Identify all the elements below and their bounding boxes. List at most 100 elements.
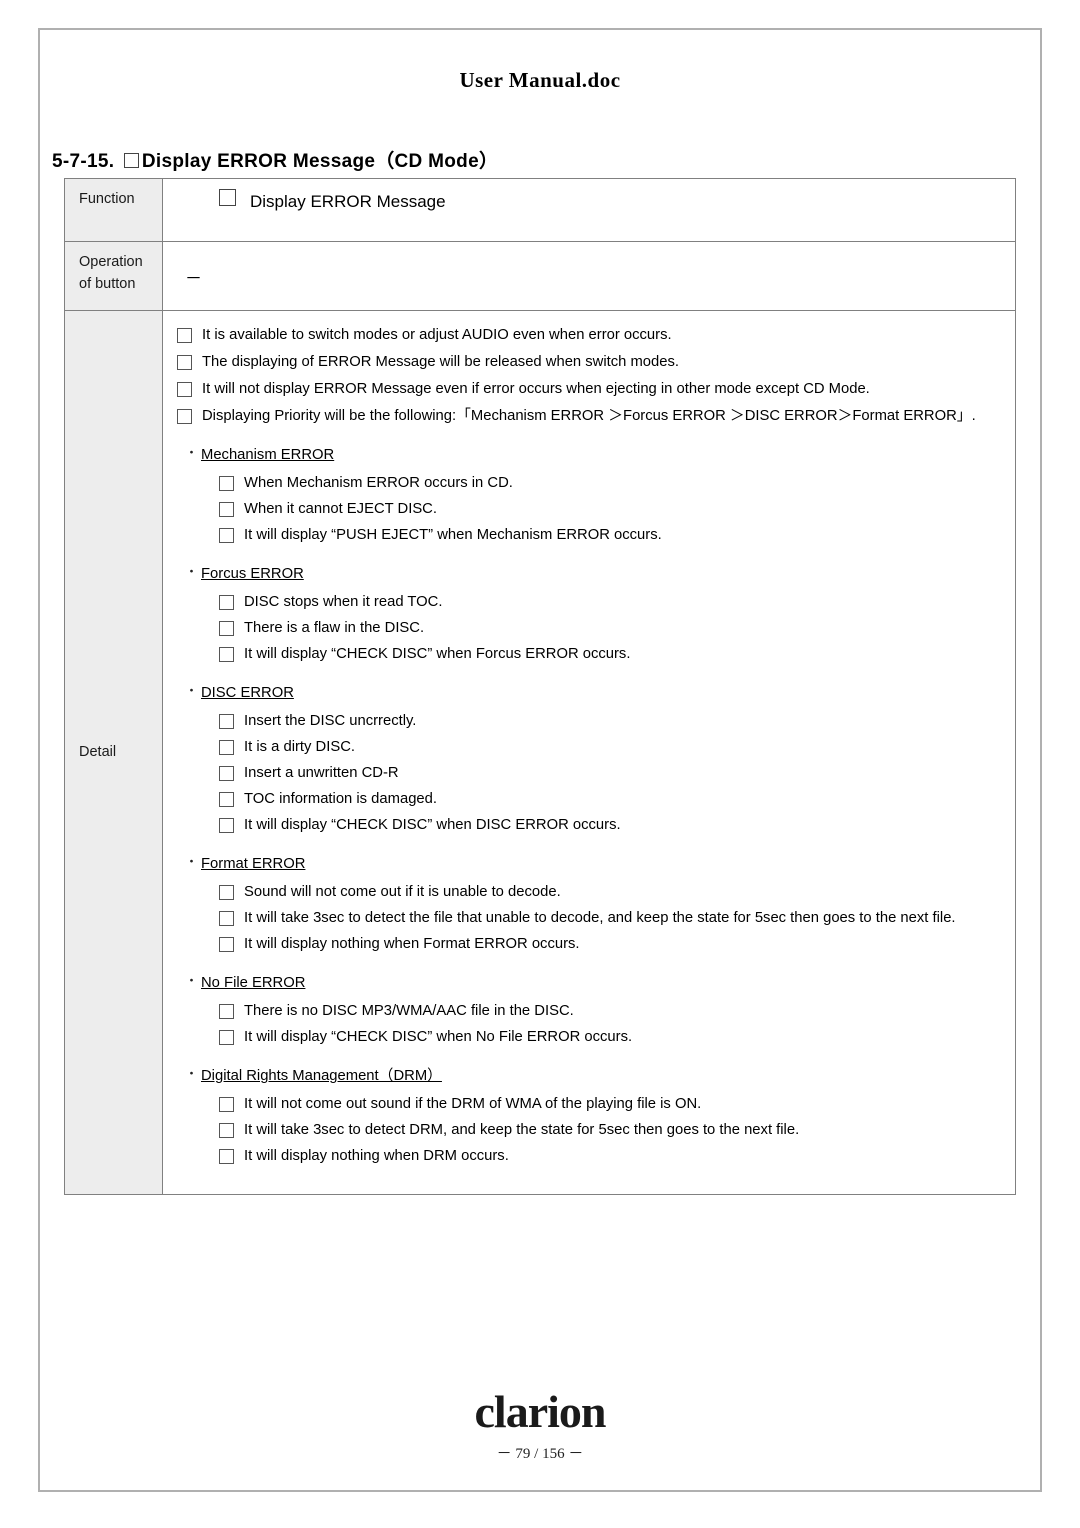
- list-item: It will display “CHECK DISC” when No Fil…: [219, 1027, 1005, 1048]
- checkbox-icon[interactable]: [177, 355, 192, 370]
- document-title: User Manual.doc: [459, 68, 621, 92]
- list-item: It will not display ERROR Message even i…: [177, 379, 1005, 400]
- bullet-icon: ・: [185, 1066, 199, 1081]
- list-item: There is a flaw in the DISC.: [219, 618, 1005, 639]
- detail-group: ・ DISC ERROR Insert the DISC uncrrectly. It…: [177, 683, 1005, 836]
- detail-group: ・ No File ERROR There is no DISC MP3/WMA/A…: [177, 973, 1005, 1048]
- label-detail: Detail: [64, 310, 163, 1195]
- list-item: The displaying of ERROR Message will be …: [177, 352, 1005, 373]
- list-item-text: There is no DISC MP3/WMA/AAC file in the…: [244, 1003, 574, 1019]
- list-item-text: It will display “PUSH EJECT” when Mechan…: [244, 527, 662, 543]
- checkbox-icon[interactable]: [219, 1149, 234, 1164]
- checkbox-icon[interactable]: [219, 1004, 234, 1019]
- spec-table: Function Display ERROR Message Operation…: [64, 178, 1016, 1195]
- list-item-text: It is available to switch modes or adjus…: [202, 327, 672, 343]
- list-item-text: Insert the DISC uncrrectly.: [244, 713, 417, 729]
- checkbox-icon[interactable]: [219, 476, 234, 491]
- list-item-text: It will display “CHECK DISC” when Forcus…: [244, 646, 631, 662]
- detail-group-title: Mechanism ERROR: [201, 447, 335, 463]
- list-item: DISC stops when it read TOC.: [219, 592, 1005, 613]
- list-item: It will take 3sec to detect DRM, and kee…: [219, 1120, 1005, 1141]
- detail-group-title: No File ERROR: [201, 975, 306, 991]
- detail-group-title: Forcus ERROR: [201, 566, 304, 582]
- detail-group: ・ Digital Rights Management（DRM） It will n…: [177, 1066, 1005, 1167]
- checkbox-icon[interactable]: [219, 1123, 234, 1138]
- checkbox-icon[interactable]: [219, 647, 234, 662]
- checkbox-icon[interactable]: [219, 911, 234, 926]
- list-item-text: It will display nothing when DRM occurs.: [244, 1148, 509, 1164]
- section-heading: 5-7-15. Display ERROR Message（CD Mode）: [52, 146, 498, 173]
- page-number: － 79 / 156 －: [496, 1446, 584, 1462]
- checkbox-icon[interactable]: [177, 409, 192, 424]
- checkbox-icon[interactable]: [219, 766, 234, 781]
- checkbox-icon[interactable]: [219, 818, 234, 833]
- detail-group-heading: ・ Mechanism ERROR: [185, 445, 1005, 466]
- list-item-text: There is a flaw in the DISC.: [244, 620, 425, 636]
- list-item: There is no DISC MP3/WMA/AAC file in the…: [219, 1001, 1005, 1022]
- bullet-icon: ・: [185, 683, 199, 698]
- checkbox-icon[interactable]: [219, 621, 234, 636]
- list-item: Sound will not come out if it is unable …: [219, 882, 1005, 903]
- brand-logo: clarion: [474, 1386, 607, 1437]
- list-item: When Mechanism ERROR occurs in CD.: [219, 473, 1005, 494]
- list-item: It will display “CHECK DISC” when Forcus…: [219, 644, 1005, 665]
- list-item-text: It will take 3sec to detect the file tha…: [244, 910, 956, 926]
- checkbox-icon[interactable]: [219, 740, 234, 755]
- table-row-operation: Operation of button －: [64, 241, 1016, 311]
- list-item-text: It will display “CHECK DISC” when No Fil…: [244, 1029, 633, 1045]
- list-item: Insert a unwritten CD-R: [219, 763, 1005, 784]
- list-item-text: The displaying of ERROR Message will be …: [202, 354, 680, 370]
- detail-group-items: When Mechanism ERROR occurs in CD. When i…: [219, 473, 1005, 546]
- list-item: It will display “CHECK DISC” when DISC E…: [219, 815, 1005, 836]
- detail-group-heading: ・ Forcus ERROR: [185, 564, 1005, 585]
- checkbox-icon[interactable]: [219, 1030, 234, 1045]
- list-item: It will not come out sound if the DRM of…: [219, 1094, 1005, 1115]
- list-item: When it cannot EJECT DISC.: [219, 499, 1005, 520]
- list-item: It will display nothing when DRM occurs.: [219, 1146, 1005, 1167]
- label-function: Function: [64, 178, 163, 242]
- operation-text: －: [185, 269, 202, 288]
- list-item-text: Sound will not come out if it is unable …: [244, 884, 561, 900]
- document-page: User Manual.doc 5-7-15. Display ERROR Me…: [38, 28, 1042, 1492]
- list-item: It will display “PUSH EJECT” when Mechan…: [219, 525, 1005, 546]
- checkbox-icon[interactable]: [219, 502, 234, 517]
- table-row-function: Function Display ERROR Message: [64, 178, 1016, 242]
- bullet-icon: ・: [185, 445, 199, 460]
- checkbox-icon[interactable]: [219, 528, 234, 543]
- list-item-text: TOC information is damaged.: [244, 791, 437, 807]
- checkbox-icon[interactable]: [219, 885, 234, 900]
- detail-group: ・ Forcus ERROR DISC stops when it read TOC…: [177, 564, 1005, 665]
- detail-group: ・ Format ERROR Sound will not come out if …: [177, 854, 1005, 955]
- bullet-icon: ・: [185, 854, 199, 869]
- checkbox-icon[interactable]: [177, 328, 192, 343]
- list-item-text: Insert a unwritten CD-R: [244, 765, 399, 781]
- detail-group-title: Format ERROR: [201, 856, 306, 872]
- label-operation: Operation of button: [64, 241, 163, 311]
- checkbox-icon[interactable]: [219, 595, 234, 610]
- section-title: Display ERROR Message（CD Mode）: [141, 151, 499, 172]
- checkbox-icon[interactable]: [219, 937, 234, 952]
- list-item: It will take 3sec to detect the file tha…: [219, 908, 1005, 929]
- list-item: It will display nothing when Format ERRO…: [219, 934, 1005, 955]
- checkbox-icon[interactable]: [219, 792, 234, 807]
- list-item: TOC information is damaged.: [219, 789, 1005, 810]
- checkbox-icon[interactable]: [219, 714, 234, 729]
- checkbox-icon: [219, 189, 236, 206]
- detail-group-title: DISC ERROR: [201, 685, 294, 701]
- list-item-text: When Mechanism ERROR occurs in CD.: [244, 475, 513, 491]
- function-text: Display ERROR Message: [250, 192, 446, 211]
- list-item-text: It will display “CHECK DISC” when DISC E…: [244, 817, 621, 833]
- list-item-text: When it cannot EJECT DISC.: [244, 501, 437, 517]
- detail-group-title: Digital Rights Management（DRM）: [201, 1068, 442, 1084]
- value-detail: It is available to switch modes or adjus…: [162, 310, 1016, 1195]
- detail-group-items: It will not come out sound if the DRM of…: [219, 1094, 1005, 1167]
- list-item: It is a dirty DISC.: [219, 737, 1005, 758]
- list-item-text: Displaying Priority will be the followin…: [202, 408, 976, 424]
- checkbox-icon[interactable]: [219, 1097, 234, 1112]
- list-item: Insert the DISC uncrrectly.: [219, 711, 1005, 732]
- detail-group-heading: ・ Format ERROR: [185, 854, 1005, 875]
- list-item-text: It will not display ERROR Message even i…: [202, 381, 870, 397]
- list-item: Displaying Priority will be the followin…: [177, 406, 1005, 427]
- checkbox-icon[interactable]: [177, 382, 192, 397]
- detail-groups: ・ Mechanism ERROR When Mechanism ERROR occ…: [177, 445, 1005, 1167]
